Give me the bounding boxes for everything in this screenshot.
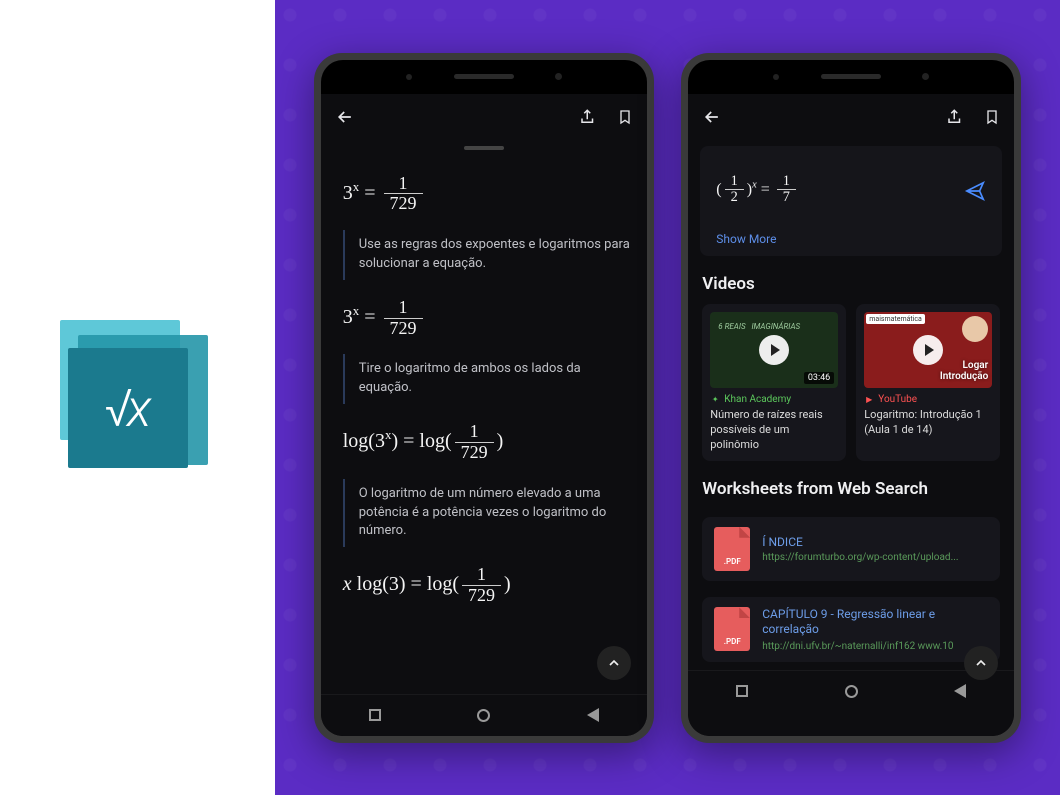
nav-home-icon[interactable] [477,709,490,722]
videos-heading: Videos [702,274,1000,294]
scroll-up-button[interactable] [964,646,998,680]
worksheet-card[interactable]: .PDF Í NDICE https://forumturbo.org/wp-c… [702,517,1000,581]
app-logo-symbol: √x [105,378,152,439]
video-title: Logaritmo: Introdução 1 (Aula 1 de 14) [864,408,992,438]
share-icon[interactable] [579,108,597,126]
input-equation[interactable]: (12)x = 17 [716,174,799,207]
video-thumbnail: maismatemática LogarIntrodução [864,312,992,388]
show-more-link[interactable]: Show More [716,232,986,246]
back-icon[interactable] [702,107,722,127]
video-card[interactable]: maismatemática LogarIntrodução ▶YouTube … [856,304,1000,461]
worksheet-url: http://dni.ufv.br/~naternalli/inf162 www… [762,641,988,652]
bookmark-icon[interactable] [617,108,633,126]
step-hint: O logaritmo de um número elevado a uma p… [343,479,631,548]
drag-handle[interactable] [464,146,504,150]
phone-mockup-resources: (12)x = 17 Show More Videos 6 RE [681,53,1021,743]
worksheets-heading: Worksheets from Web Search [702,479,1000,499]
solution-steps: 3x = 1729 Use as regras dos expoentes e … [321,160,647,694]
bookmark-icon[interactable] [984,108,1000,126]
nav-back-icon[interactable] [587,708,599,722]
pdf-icon: .PDF [714,607,750,651]
video-title: Número de raízes reais possíveis de um p… [710,408,838,453]
video-duration: 03:46 [804,372,834,384]
back-icon[interactable] [335,107,355,127]
equation-step: log(3x) = log(1729) [343,422,631,463]
equation-step: x log(3) = log(1729) [343,565,631,606]
scroll-up-button[interactable] [597,646,631,680]
play-icon [759,335,789,365]
video-source: ✦Khan Academy [710,394,838,405]
video-source: ▶YouTube [864,394,992,405]
nav-recents-icon[interactable] [369,709,381,721]
nav-recents-icon[interactable] [736,685,748,697]
app-logo: √x [50,310,225,485]
nav-home-icon[interactable] [845,685,858,698]
phone-mockup-steps: 3x = 1729 Use as regras dos expoentes e … [314,53,654,743]
equation-input-card: (12)x = 17 Show More [700,146,1002,257]
step-hint: Use as regras dos expoentes e logaritmos… [343,230,631,280]
pdf-icon: .PDF [714,527,750,571]
video-thumbnail: 6 REAIS IMAGINÁRIAS 03:46 [710,312,838,388]
step-hint: Tire o logaritmo de ambos os lados da eq… [343,354,631,404]
equation-original: 3x = 1729 [343,174,631,215]
video-card[interactable]: 6 REAIS IMAGINÁRIAS 03:46 ✦Khan Academy … [702,304,846,461]
worksheet-title: Í NDICE [762,535,988,549]
share-icon[interactable] [946,108,964,126]
worksheet-title: CAPÍTULO 9 - Regressão linear e correlaç… [762,607,988,638]
equation-step: 3x = 1729 [343,298,631,339]
worksheet-url: https://forumturbo.org/wp-content/upload… [762,552,988,563]
nav-back-icon[interactable] [954,684,966,698]
worksheet-card[interactable]: .PDF CAPÍTULO 9 - Regressão linear e cor… [702,597,1000,662]
send-icon[interactable] [964,180,986,202]
play-icon [913,335,943,365]
